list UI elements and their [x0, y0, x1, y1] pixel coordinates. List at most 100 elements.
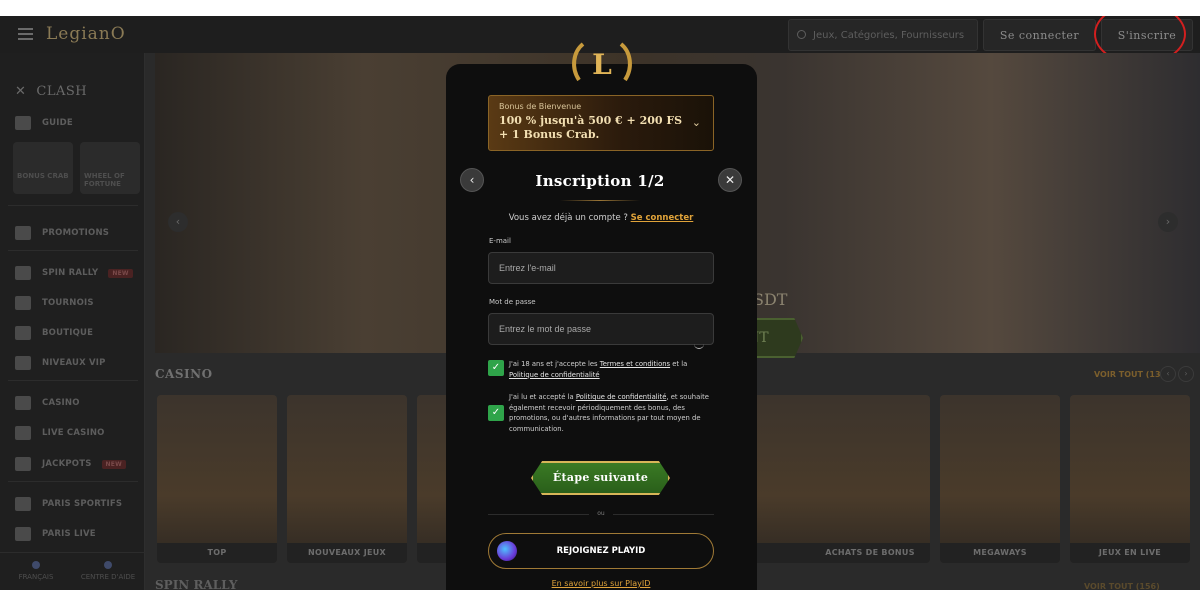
sidebar-item-spin-rally[interactable]: SPIN RALLY NEW	[15, 264, 133, 282]
hero-prev-arrow[interactable]: ‹	[168, 212, 188, 232]
close-button[interactable]: ✕	[718, 168, 742, 192]
learn-more-playid-link[interactable]: En savoir plus sur PlayID	[488, 579, 714, 588]
playid-logo-icon	[497, 541, 517, 561]
password-label: Mot de passe	[489, 298, 536, 306]
sidebar-item-label: NIVEAUX VIP	[42, 358, 106, 368]
sidebar-item-tournois[interactable]: TOURNOIS	[15, 294, 94, 312]
search-icon	[797, 30, 806, 39]
sidebar-item-label: BOUTIQUE	[42, 328, 94, 338]
chevron-down-icon: ⌄	[691, 116, 701, 129]
sidebar-item-guide[interactable]: GUIDE	[15, 114, 73, 132]
clash-label: CLASH	[36, 84, 88, 99]
privacy-link[interactable]: Politique de confidentialité	[509, 371, 600, 379]
card-label: NOUVEAUX JEUX	[287, 543, 407, 563]
see-all-link[interactable]: VOIR TOUT (13)	[1094, 370, 1164, 379]
game-card[interactable]: MEGAWAYS	[940, 395, 1060, 563]
game-card[interactable]: TOP	[157, 395, 277, 563]
card-label: TOP	[157, 543, 277, 563]
password-field[interactable]	[488, 313, 714, 345]
slot-machine-icon	[15, 396, 31, 410]
help-center-link[interactable]: CENTRE D'AIDE	[72, 561, 144, 581]
marketing-consent-checkbox[interactable]: ✓	[488, 405, 504, 421]
search-placeholder: Jeux, Catégories, Fournisseurs	[813, 30, 965, 41]
wheel-of-fortune-tile[interactable]: WHEEL OF FORTUNE	[80, 142, 140, 194]
tile-label: WHEEL OF FORTUNE	[84, 172, 125, 188]
back-button[interactable]: ‹	[460, 168, 484, 192]
legiano-crest-icon: L	[572, 42, 632, 82]
sidebar-item-jackpots[interactable]: JACKPOTS NEW	[15, 455, 126, 473]
divider	[8, 205, 138, 206]
site-logo[interactable]: LegianO	[46, 24, 126, 44]
sidebar-item-vip[interactable]: NIVEAUX VIP	[15, 354, 106, 372]
age-terms-text: J'ai 18 ans et j'accepte les Termes et c…	[509, 359, 714, 380]
ball-icon	[15, 497, 31, 511]
app-window: LegianO Jeux, Catégories, Fournisseurs S…	[0, 16, 1200, 590]
svg-text:L: L	[592, 48, 612, 81]
divider	[8, 250, 138, 251]
flag-icon	[15, 266, 31, 280]
spin-rally-section-title: SPIN RALLY	[155, 578, 238, 590]
sidebar-item-label: CASINO	[42, 398, 80, 408]
card-label: ACHATS DE BONUS	[810, 543, 930, 563]
sidebar-item-boutique[interactable]: BOUTIQUE	[15, 324, 93, 342]
trophy-icon	[15, 296, 31, 310]
email-field[interactable]	[488, 252, 714, 284]
welcome-bonus-dropdown[interactable]: Bonus de Bienvenue 100 % jusqu'à 500 € +…	[488, 95, 714, 151]
consent-text: J'ai 18 ans et j'accepte les	[509, 360, 600, 368]
book-icon	[15, 116, 31, 130]
carousel-prev-arrow[interactable]: ‹	[1160, 366, 1176, 382]
sidebar-item-promotions[interactable]: PROMOTIONS	[15, 224, 109, 242]
title-divider	[560, 200, 640, 201]
bonus-offer: 100 % jusqu'à 500 € + 200 FS + 1 Bonus C…	[499, 114, 683, 141]
hero-next-arrow[interactable]: ›	[1158, 212, 1178, 232]
sidebar-item-casino[interactable]: CASINO	[15, 394, 80, 412]
hero-text: SDT	[753, 290, 788, 309]
sidebar-item-label: PARIS LIVE	[42, 529, 96, 539]
login-button[interactable]: Se connecter	[983, 19, 1096, 51]
new-badge: NEW	[101, 459, 126, 469]
have-account-text: Vous avez déjà un compte ? Se connecter	[488, 213, 714, 223]
marketing-consent-text: J'ai lu et accepté la Politique de confi…	[509, 392, 714, 434]
or-separator: ou	[589, 510, 613, 517]
consent-text: J'ai lu et accepté la	[509, 393, 576, 401]
search-input[interactable]: Jeux, Catégories, Fournisseurs	[788, 19, 978, 51]
menu-icon[interactable]	[18, 28, 33, 40]
sidebar-footer: FRANÇAIS CENTRE D'AIDE	[0, 552, 145, 590]
playid-button[interactable]: REJOIGNEZ PLAYID	[488, 533, 714, 569]
sidebar-item-live-casino[interactable]: LIVE CASINO	[15, 424, 105, 442]
terms-link[interactable]: Termes et conditions	[600, 360, 670, 368]
sidebar-item-label: GUIDE	[42, 118, 73, 128]
game-card[interactable]: JEUX EN LIVE	[1070, 395, 1190, 563]
next-step-button[interactable]: Étape suivante	[531, 461, 670, 495]
swords-icon: ✕	[15, 84, 27, 99]
sidebar-item-label: PROMOTIONS	[42, 228, 110, 238]
cards-icon	[15, 426, 31, 440]
language-selector[interactable]: FRANÇAIS	[0, 561, 72, 581]
bonus-caption: Bonus de Bienvenue	[499, 102, 582, 111]
carousel-next-arrow[interactable]: ›	[1178, 366, 1194, 382]
sidebar-item-label: TOURNOIS	[42, 298, 94, 308]
sidebar: ✕ CLASH GUIDE BONUS CRAB WHEEL OF FORTUNE…	[0, 53, 145, 590]
age-terms-checkbox[interactable]: ✓	[488, 360, 504, 376]
sidebar-item-label: PARIS SPORTIFS	[42, 499, 123, 509]
game-card[interactable]: NOUVEAUX JEUX	[287, 395, 407, 563]
bonus-crab-tile[interactable]: BONUS CRAB	[13, 142, 73, 194]
card-label: MEGAWAYS	[940, 543, 1060, 563]
casino-section-title: CASINO	[155, 367, 213, 381]
privacy-link[interactable]: Politique de confidentialité	[576, 393, 667, 401]
see-all-link[interactable]: VOIR TOUT (156)	[1084, 582, 1160, 590]
sidebar-item-paris-sportifs[interactable]: PARIS SPORTIFS	[15, 495, 122, 513]
sidebar-item-paris-live[interactable]: PARIS LIVE	[15, 525, 96, 543]
diamond-icon	[15, 356, 31, 370]
gift-icon	[15, 226, 31, 240]
clash-link[interactable]: ✕ CLASH	[15, 84, 87, 99]
game-card[interactable]: ACHATS DE BONUS	[810, 395, 930, 563]
login-link[interactable]: Se connecter	[631, 213, 694, 223]
playid-label: REJOIGNEZ PLAYID	[556, 546, 646, 556]
sidebar-item-label: LIVE CASINO	[42, 428, 105, 438]
live-icon	[15, 527, 31, 541]
clover-icon	[15, 457, 31, 471]
divider	[8, 380, 138, 381]
have-account-label: Vous avez déjà un compte ?	[508, 213, 628, 223]
consent-text: et la	[670, 360, 688, 368]
